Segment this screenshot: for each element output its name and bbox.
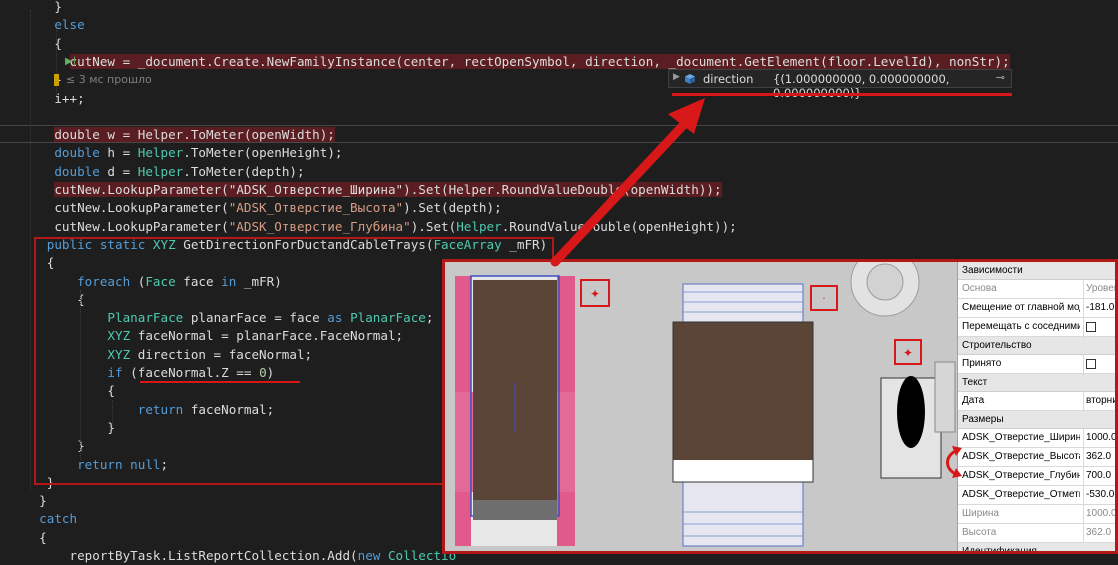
annotation-arrow bbox=[550, 98, 962, 478]
